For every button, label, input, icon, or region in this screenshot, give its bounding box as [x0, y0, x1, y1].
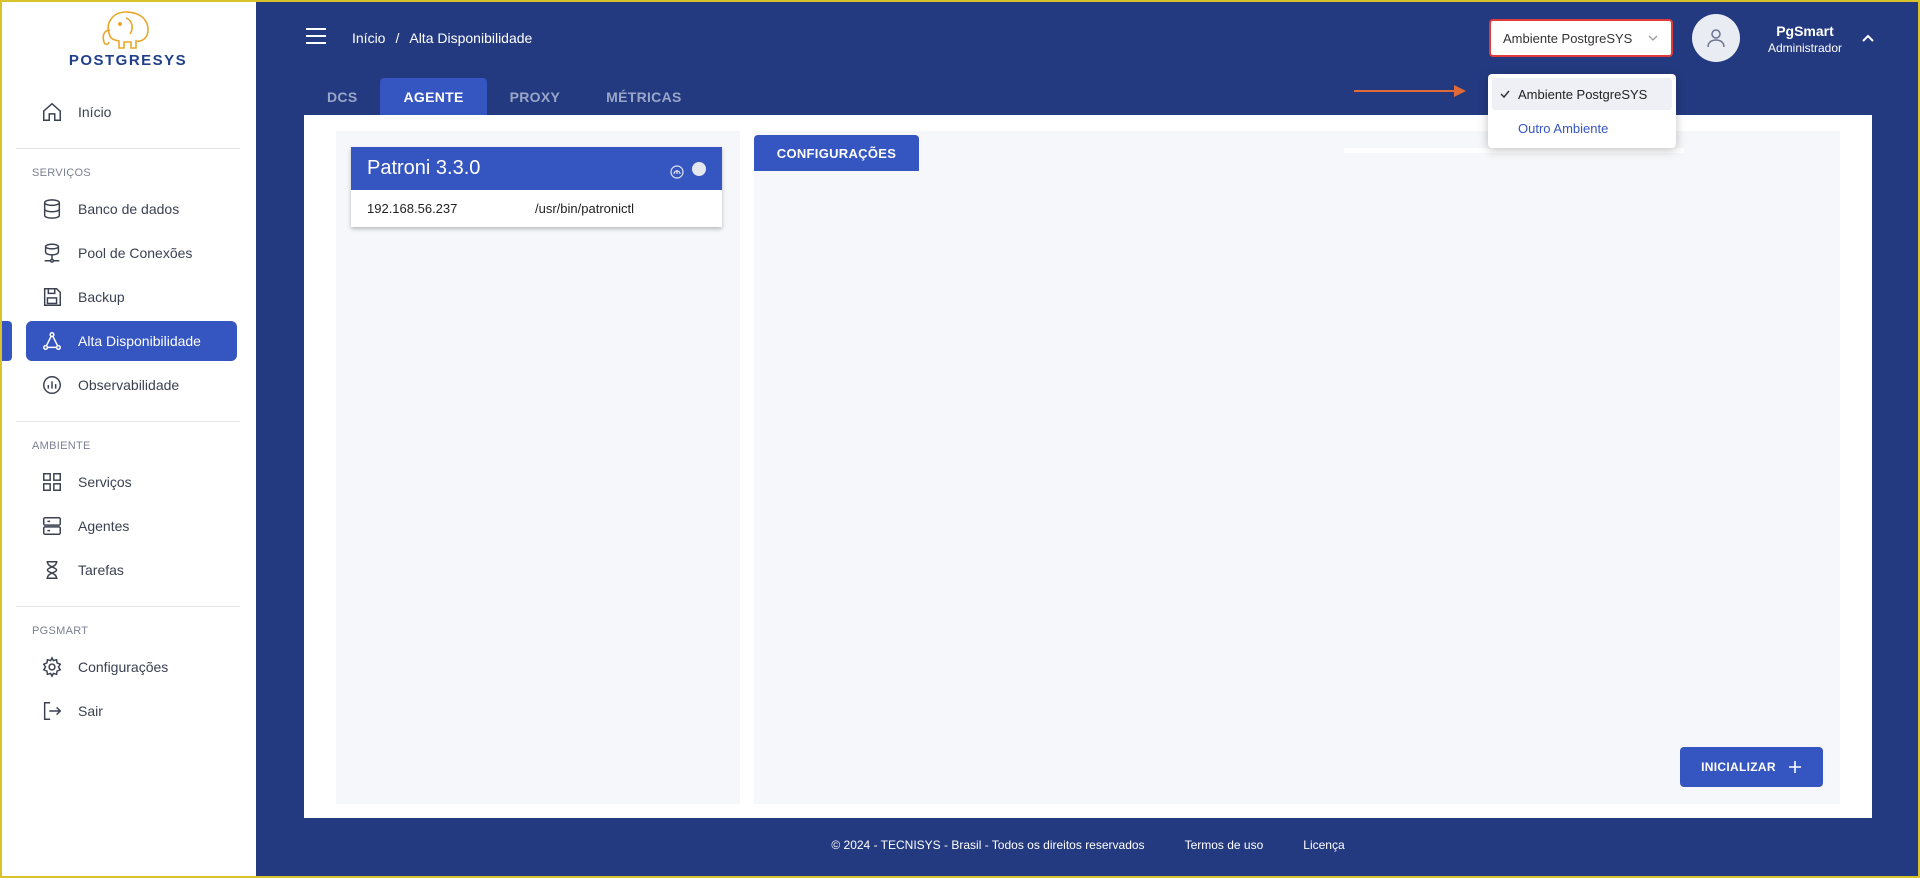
breadcrumb-current: Alta Disponibilidade: [409, 30, 533, 46]
sidebar-item-high-availability[interactable]: Alta Disponibilidade: [26, 321, 237, 361]
elephant-small-icon: [670, 162, 684, 185]
menu-toggle-button[interactable]: [306, 28, 326, 44]
sidebar-item-connection-pool[interactable]: Pool de Conexões: [26, 233, 237, 273]
hourglass-icon: [40, 558, 64, 582]
gear-icon: [40, 655, 64, 679]
agent-card-body: 192.168.56.237 /usr/bin/patronictl: [351, 190, 722, 227]
tab-proxy[interactable]: PROXY: [487, 78, 584, 115]
elephant-icon: [102, 11, 149, 49]
sidebar-item-label: Pool de Conexões: [78, 245, 193, 261]
divider: [16, 421, 240, 422]
chevron-down-icon: [1647, 32, 1659, 47]
sidebar-item-backup[interactable]: Backup: [26, 277, 237, 317]
footer-terms-link[interactable]: Termos de uso: [1185, 838, 1264, 852]
brand-name: POSTGRESYS: [68, 52, 188, 69]
agent-path: /usr/bin/patronictl: [535, 201, 634, 216]
dropdown-option-outro[interactable]: Outro Ambiente: [1492, 112, 1672, 144]
sidebar-item-label: Sair: [78, 703, 103, 719]
sidebar-item-label: Backup: [78, 289, 125, 305]
connection-pool-icon: [40, 241, 64, 265]
grid-icon: [40, 470, 64, 494]
agent-title: Patroni 3.3.0: [367, 157, 481, 179]
agent-card-header: Patroni 3.3.0: [351, 147, 722, 190]
user-icon: [1707, 29, 1725, 48]
hamburger-icon: [306, 28, 326, 44]
dropdown-option-label: Ambiente PostgreSYS: [1518, 86, 1648, 102]
brand-logo[interactable]: POSTGRESYS: [40, 8, 216, 69]
triangle-nodes-icon: [40, 329, 64, 353]
chart-circle-icon: [40, 373, 64, 397]
divider: [16, 606, 240, 607]
sidebar-item-agents[interactable]: Agentes: [26, 506, 237, 546]
footer: © 2024 - TECNISYS - Brasil - Todos os di…: [256, 838, 1920, 852]
status-dot-icon: [692, 162, 706, 176]
sidebar-item-label: Banco de dados: [78, 201, 180, 217]
tab-bar: DCS AGENTE PROXY MÉTRICAS: [304, 78, 705, 115]
sidebar: POSTGRESYS Início SERVIÇOS Banco de dado…: [0, 0, 256, 878]
tab-agente[interactable]: AGENTE: [380, 78, 487, 115]
arrow-right-icon: [1354, 85, 1466, 97]
section-label-services: SERVIÇOS: [32, 167, 92, 179]
sidebar-item-label: Início: [78, 104, 112, 120]
user-role: Administrador: [1767, 41, 1843, 55]
sidebar-item-logout[interactable]: Sair: [26, 691, 237, 731]
chevron-up-icon: [1862, 34, 1874, 42]
tab-metricas[interactable]: MÉTRICAS: [583, 78, 705, 115]
tab-dcs[interactable]: DCS: [304, 78, 380, 115]
divider: [1344, 148, 1684, 153]
divider: [16, 148, 240, 149]
footer-copyright: © 2024 - TECNISYS - Brasil - Todos os di…: [831, 838, 1145, 852]
sidebar-item-services[interactable]: Serviços: [26, 462, 237, 502]
environment-select-value: Ambiente PostgreSYS: [1503, 30, 1633, 46]
check-icon: [1492, 88, 1518, 100]
dropdown-option-postgresys[interactable]: Ambiente PostgreSYS: [1492, 78, 1672, 110]
logout-icon: [40, 699, 64, 723]
sidebar-item-home[interactable]: Início: [26, 92, 237, 132]
sidebar-item-tasks[interactable]: Tarefas: [26, 550, 237, 590]
agent-list-panel: Patroni 3.3.0 192.168.56.237 /usr/bin/pa…: [336, 131, 740, 804]
floppy-disk-icon: [40, 285, 64, 309]
section-label-environment: AMBIENTE: [32, 440, 91, 452]
tab-configuracoes[interactable]: CONFIGURAÇÕES: [754, 135, 919, 171]
active-indicator: [2, 321, 12, 361]
breadcrumb: Início / Alta Disponibilidade: [352, 30, 532, 46]
sidebar-item-label: Agentes: [78, 518, 130, 534]
content-panel: Patroni 3.3.0 192.168.56.237 /usr/bin/pa…: [304, 115, 1872, 818]
user-menu-toggle[interactable]: [1860, 30, 1876, 51]
plus-icon: [1788, 761, 1801, 773]
sidebar-item-label: Observabilidade: [78, 377, 180, 393]
environment-dropdown: Ambiente PostgreSYS Outro Ambiente: [1488, 74, 1676, 148]
user-name: PgSmart: [1776, 23, 1834, 39]
sidebar-item-label: Serviços: [78, 474, 132, 490]
sidebar-item-label: Configurações: [78, 659, 169, 675]
server-icon: [40, 514, 64, 538]
initialize-button[interactable]: INICIALIZAR: [1680, 747, 1823, 787]
footer-license-link[interactable]: Licença: [1303, 838, 1344, 852]
database-icon: [40, 197, 64, 221]
sidebar-item-observability[interactable]: Observabilidade: [26, 365, 237, 405]
environment-select[interactable]: Ambiente PostgreSYS: [1489, 19, 1673, 57]
initialize-button-label: INICIALIZAR: [1701, 760, 1776, 774]
sidebar-item-settings[interactable]: Configurações: [26, 647, 237, 687]
avatar[interactable]: [1692, 14, 1740, 62]
config-panel: CONFIGURAÇÕES INICIALIZAR: [754, 131, 1840, 804]
sidebar-item-label: Tarefas: [78, 562, 124, 578]
sidebar-item-database[interactable]: Banco de dados: [26, 189, 237, 229]
home-icon: [40, 100, 64, 124]
section-label-pgsmart: PGSMART: [32, 625, 89, 637]
agent-card[interactable]: Patroni 3.3.0 192.168.56.237 /usr/bin/pa…: [351, 147, 722, 227]
agent-ip: 192.168.56.237: [367, 201, 458, 216]
dropdown-option-label: Outro Ambiente: [1518, 120, 1609, 136]
breadcrumb-home[interactable]: Início: [352, 30, 385, 46]
breadcrumb-separator: /: [395, 30, 400, 46]
sidebar-item-label: Alta Disponibilidade: [78, 333, 201, 349]
